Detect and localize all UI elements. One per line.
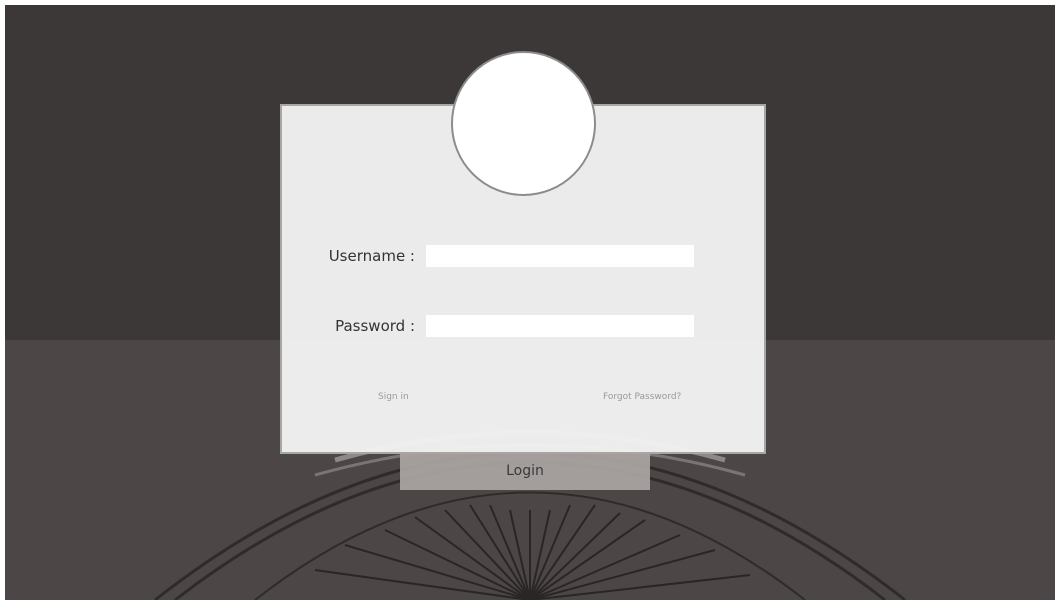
sign-in-link[interactable]: Sign in xyxy=(378,392,409,402)
forgot-password-link[interactable]: Forgot Password? xyxy=(603,392,681,402)
password-input[interactable] xyxy=(426,315,694,337)
login-button[interactable]: Login xyxy=(400,452,650,490)
login-screen: Username : Password : Sign in Forgot Pas… xyxy=(5,5,1055,600)
login-button-label: Login xyxy=(506,463,544,479)
password-label: Password : xyxy=(335,317,415,335)
username-label: Username : xyxy=(328,247,415,265)
avatar-placeholder-icon xyxy=(451,51,596,196)
username-input[interactable] xyxy=(426,245,694,267)
